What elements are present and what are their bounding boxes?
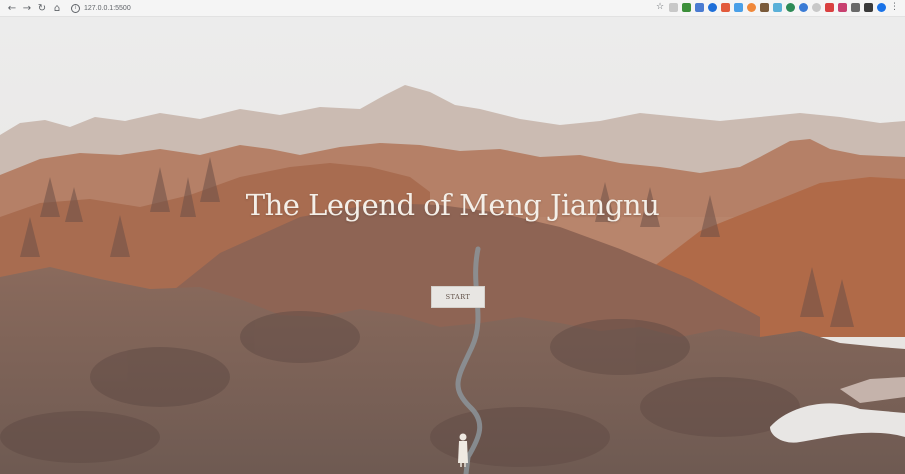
profile-avatar-icon[interactable]: [877, 3, 886, 12]
extension-icon[interactable]: [838, 3, 847, 12]
site-info-icon[interactable]: i: [71, 3, 80, 13]
extension-icon[interactable]: [773, 3, 782, 12]
extension-icon[interactable]: [695, 3, 704, 12]
browser-menu-icon[interactable]: ⋮: [890, 3, 899, 12]
extension-icon[interactable]: [747, 3, 756, 12]
extension-icon[interactable]: [669, 3, 678, 12]
game-scene: The Legend of Meng Jiangnu START: [0, 17, 905, 474]
forward-arrow-icon[interactable]: →: [21, 2, 33, 14]
extension-icon[interactable]: [760, 3, 769, 12]
game-title: The Legend of Meng Jiangnu: [245, 188, 660, 222]
landscape-illustration: [0, 17, 905, 474]
extension-icon[interactable]: [799, 3, 808, 12]
extension-icon[interactable]: [825, 3, 834, 12]
extension-icon[interactable]: [786, 3, 795, 12]
extension-icon[interactable]: [851, 3, 860, 12]
address-bar[interactable]: i 127.0.0.1:5500: [71, 3, 131, 13]
extension-icon[interactable]: [708, 3, 717, 12]
back-arrow-icon[interactable]: ←: [6, 2, 18, 14]
bookmark-star-icon[interactable]: ☆: [656, 3, 665, 12]
url-text: 127.0.0.1:5500: [84, 4, 131, 12]
extension-icon[interactable]: [721, 3, 730, 12]
extension-icon[interactable]: [734, 3, 743, 12]
browser-toolbar: ← → ↻ ⌂ i 127.0.0.1:5500 ☆ ⋮: [0, 0, 905, 17]
extension-icon[interactable]: [682, 3, 691, 12]
home-icon[interactable]: ⌂: [51, 2, 63, 14]
reload-icon[interactable]: ↻: [36, 2, 48, 14]
extensions-puzzle-icon[interactable]: [864, 3, 873, 12]
extension-icon[interactable]: [812, 3, 821, 12]
extension-toolbar: ☆ ⋮: [652, 3, 899, 12]
start-button[interactable]: START: [431, 286, 485, 308]
